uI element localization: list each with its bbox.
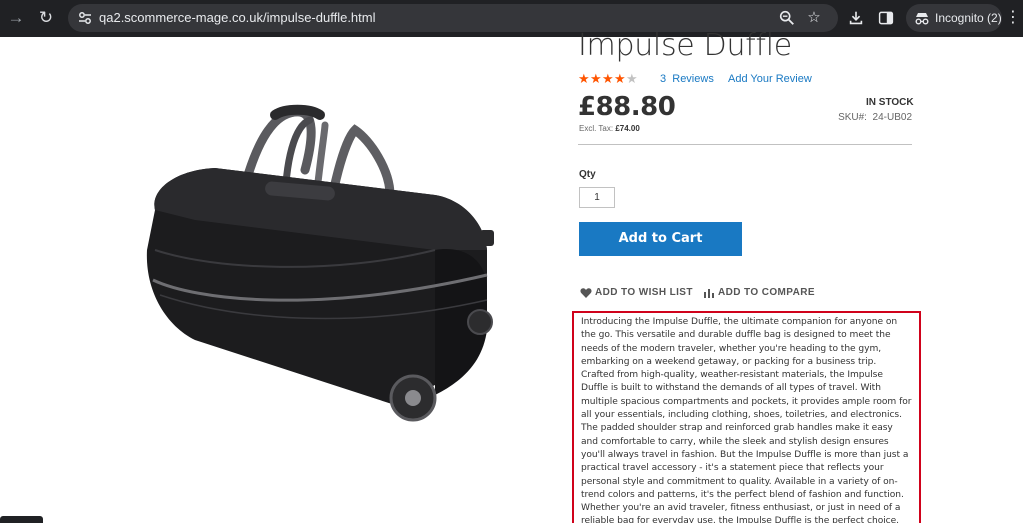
reload-icon[interactable]: ↻ bbox=[34, 6, 58, 30]
star-icon: ★ bbox=[602, 71, 614, 86]
incognito-button[interactable]: Incognito (2) bbox=[906, 4, 1002, 32]
sku: SKU#: 24-UB02 bbox=[838, 112, 912, 124]
star-icon: ★ bbox=[578, 71, 590, 86]
excl-tax-price: Excl. Tax: £74.00 bbox=[579, 124, 640, 134]
page-title: Impulse Duffle bbox=[578, 28, 792, 63]
bottom-overlay-tab[interactable] bbox=[0, 516, 43, 523]
incognito-icon bbox=[915, 13, 929, 25]
product-image[interactable] bbox=[135, 100, 505, 430]
star-icon: ★ bbox=[614, 71, 626, 86]
side-panel-icon[interactable] bbox=[876, 8, 896, 28]
product-price: £88.80 bbox=[578, 92, 676, 122]
compare-label: ADD TO COMPARE bbox=[718, 287, 815, 298]
star-icon: ★ bbox=[590, 71, 602, 86]
qty-label: Qty bbox=[579, 169, 596, 180]
wishlist-label: ADD TO WISH LIST bbox=[595, 287, 693, 298]
download-icon[interactable] bbox=[846, 8, 866, 28]
reviews-count: 3 bbox=[660, 73, 667, 85]
star-icon: ★ bbox=[626, 71, 638, 86]
browser-toolbar: → ↻ qa2.scommerce-mage.co.uk/impulse-duf… bbox=[0, 0, 1023, 37]
divider bbox=[578, 144, 912, 145]
sku-value: 24-UB02 bbox=[872, 112, 912, 123]
add-to-cart-button[interactable]: Add to Cart bbox=[579, 222, 742, 256]
sku-label: SKU#: bbox=[838, 112, 867, 123]
description-text: Introducing the Impulse Duffle, the ulti… bbox=[581, 317, 912, 523]
excl-tax-value: £74.00 bbox=[615, 124, 640, 133]
menu-icon[interactable]: ⋮ bbox=[1005, 8, 1021, 28]
bar-chart-icon bbox=[704, 289, 714, 298]
product-description: Introducing the Impulse Duffle, the ulti… bbox=[572, 311, 921, 523]
add-review-link[interactable]: Add Your Review bbox=[728, 73, 812, 86]
rating-stars: ★★★★★ bbox=[578, 72, 638, 86]
incognito-label: Incognito (2) bbox=[935, 11, 1002, 25]
bookmark-star-icon[interactable]: ☆ bbox=[804, 8, 824, 28]
qty-input[interactable] bbox=[579, 187, 615, 208]
reviews-word: Reviews bbox=[672, 73, 714, 85]
stock-status: IN STOCK bbox=[866, 97, 914, 108]
url-text[interactable]: qa2.scommerce-mage.co.uk/impulse-duffle.… bbox=[99, 9, 376, 27]
forward-icon[interactable]: → bbox=[4, 6, 28, 30]
site-info-icon[interactable] bbox=[76, 9, 94, 27]
heart-icon bbox=[580, 288, 592, 298]
excl-tax-label: Excl. Tax: bbox=[579, 124, 614, 133]
zoom-icon[interactable] bbox=[777, 8, 797, 28]
reviews-link[interactable]: 3 Reviews bbox=[660, 73, 714, 86]
